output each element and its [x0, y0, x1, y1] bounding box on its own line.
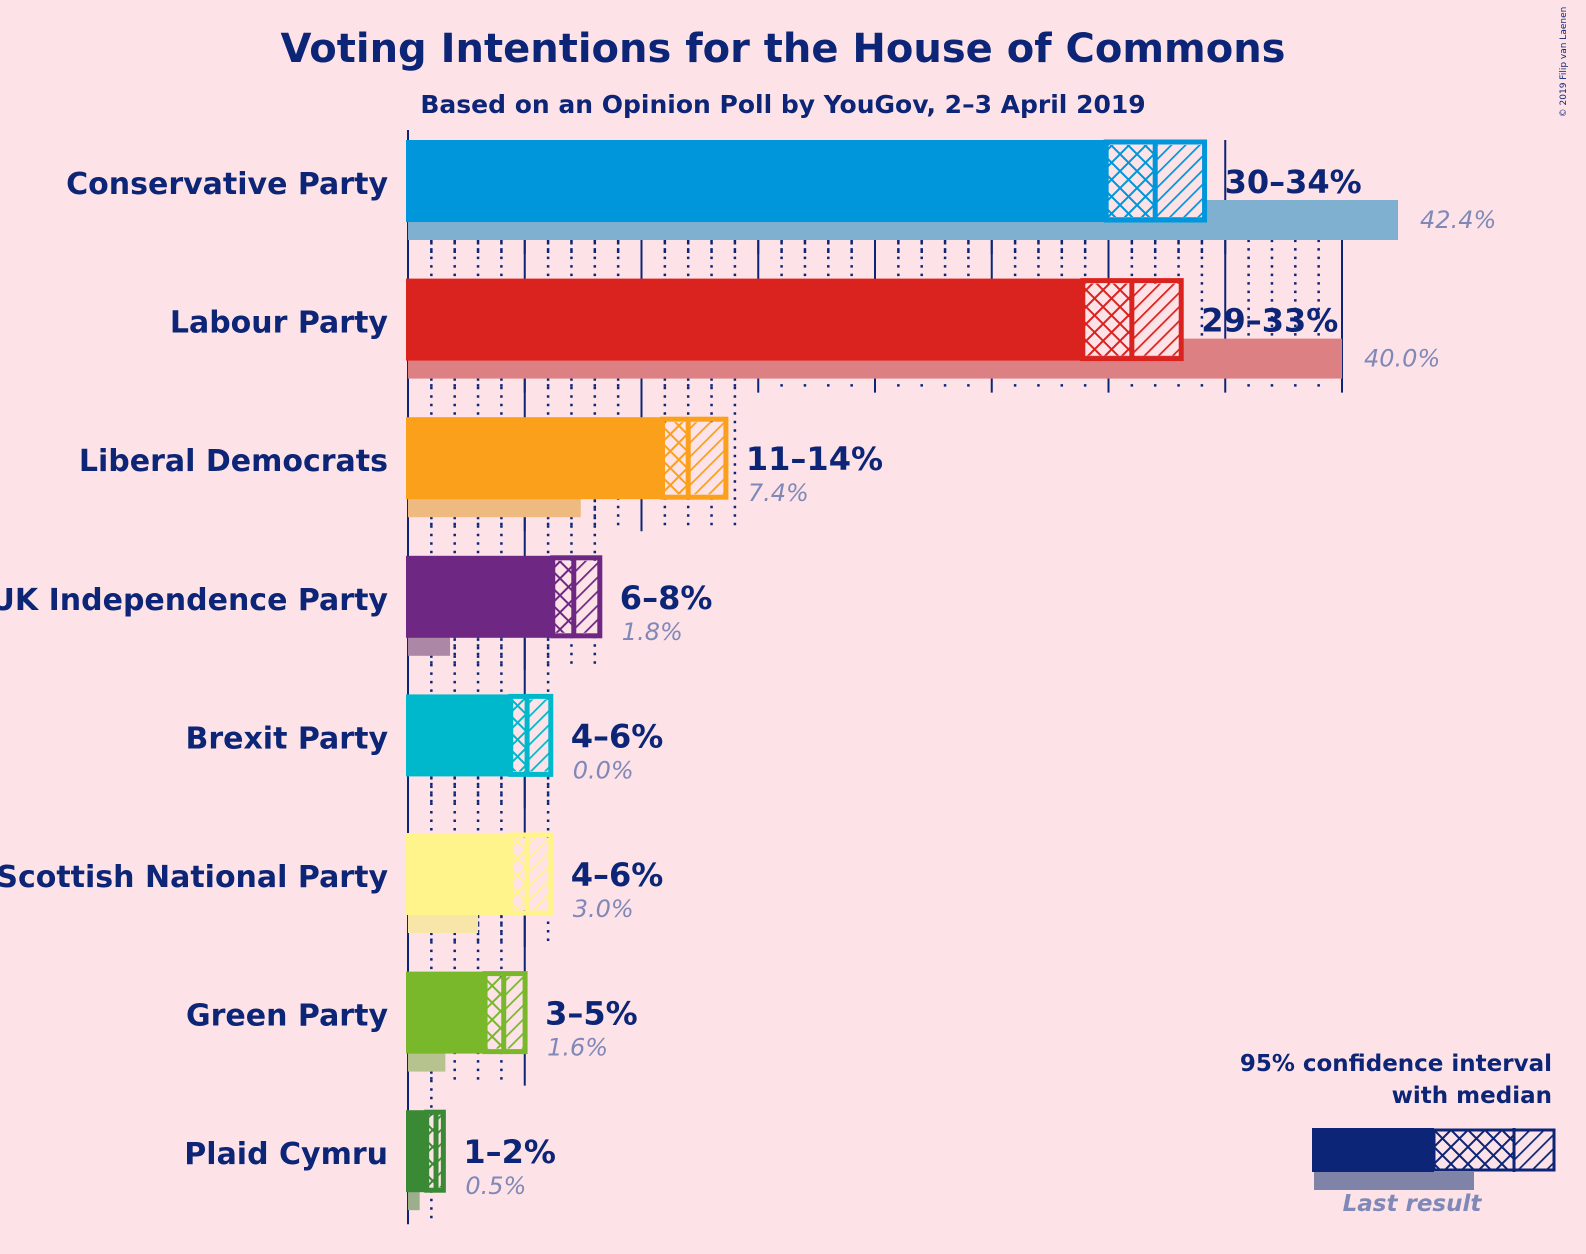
- party-row: Green Party 3–5%1.6%: [186, 971, 638, 1072]
- ci-lower-to-median-crosshatch: [662, 422, 689, 495]
- party-label: Green Party: [186, 999, 388, 1034]
- party-row: Conservative Party 30–34% 42.4%: [66, 139, 1496, 240]
- party-row: Brexit Party 4–6%0.0%: [185, 693, 664, 784]
- party-label: Liberal Democrats: [79, 444, 388, 479]
- party-row: Liberal Democrats 11–14%7.4%: [79, 416, 883, 518]
- party-label: Scottish National Party: [0, 860, 388, 895]
- party-row: Scottish National Party 4–6%3.0%: [0, 832, 664, 933]
- last-result-label: 1.8%: [622, 618, 683, 646]
- chart-title: Voting Intentions for the House of Commo…: [281, 26, 1286, 72]
- ci-lower-bar: [406, 555, 553, 638]
- last-result-label: 40.0%: [1364, 345, 1440, 373]
- last-result-label: 0.5%: [465, 1172, 526, 1200]
- last-result-label: 42.4%: [1420, 206, 1496, 234]
- last-result-label: 7.4%: [748, 479, 809, 507]
- ci-lower-bar: [406, 417, 663, 500]
- legend-last-result-swatch: [1314, 1172, 1474, 1190]
- legend-title-line1: 95% confidence interval: [1240, 1051, 1552, 1077]
- last-result-label: 3.0%: [573, 895, 634, 923]
- ci-median-to-upper-hatch: [688, 422, 728, 495]
- legend-hatch-swatch: [1514, 1131, 1554, 1169]
- last-result-label: 0.0%: [573, 756, 634, 784]
- party-label: Brexit Party: [185, 721, 388, 756]
- ci-median-to-upper-hatch: [1155, 145, 1207, 217]
- copyright-text: © 2019 Filip van Laenen: [1559, 7, 1569, 118]
- range-label: 4–6%: [571, 856, 664, 894]
- range-label: 6–8%: [620, 579, 713, 617]
- last-result-label: 1.6%: [547, 1034, 608, 1062]
- range-label: 11–14%: [746, 440, 883, 478]
- ci-lower-bar: [406, 140, 1107, 222]
- party-label: UK Independence Party: [0, 583, 388, 618]
- legend-ci-solid-swatch: [1312, 1128, 1434, 1172]
- range-label: 4–6%: [571, 717, 664, 755]
- party-row: Plaid Cymru 1–2%0.5%: [184, 1109, 556, 1211]
- ci-lower-to-median-crosshatch: [552, 560, 574, 633]
- legend-title-line2: with median: [1392, 1083, 1552, 1109]
- ci-lower-to-median-crosshatch: [485, 976, 504, 1049]
- ci-lower-to-median-crosshatch: [1106, 145, 1156, 217]
- chart-canvas: Voting Intentions for the House of Commo…: [0, 7, 1569, 1225]
- legend-last-result-label: Last result: [1343, 1191, 1483, 1217]
- ci-lower-bar: [406, 1110, 427, 1193]
- range-label: 29–33%: [1201, 302, 1338, 340]
- ci-lower-bar: [406, 278, 1083, 361]
- party-label: Conservative Party: [66, 167, 388, 202]
- range-label: 3–5%: [545, 995, 638, 1033]
- party-label: Labour Party: [170, 306, 389, 341]
- range-label: 30–34%: [1225, 163, 1362, 201]
- ci-lower-bar: [406, 833, 511, 915]
- chart-subtitle: Based on an Opinion Poll by YouGov, 2–3 …: [420, 90, 1145, 119]
- ci-median-to-upper-hatch: [1131, 283, 1184, 356]
- ci-lower-to-median-crosshatch: [1082, 283, 1132, 356]
- legend-crosshatch-swatch: [1434, 1131, 1514, 1169]
- ci-lower-bar: [406, 971, 486, 1054]
- range-label: 1–2%: [463, 1133, 556, 1171]
- party-label: Plaid Cymru: [184, 1137, 388, 1172]
- ci-lower-bar: [406, 694, 511, 777]
- party-row: Labour Party 29–33% 40.0%: [170, 278, 1440, 379]
- legend: 95% confidence interval with median Last…: [1240, 1051, 1556, 1217]
- party-row: UK Independence Party 6–8%1.8%: [0, 555, 713, 656]
